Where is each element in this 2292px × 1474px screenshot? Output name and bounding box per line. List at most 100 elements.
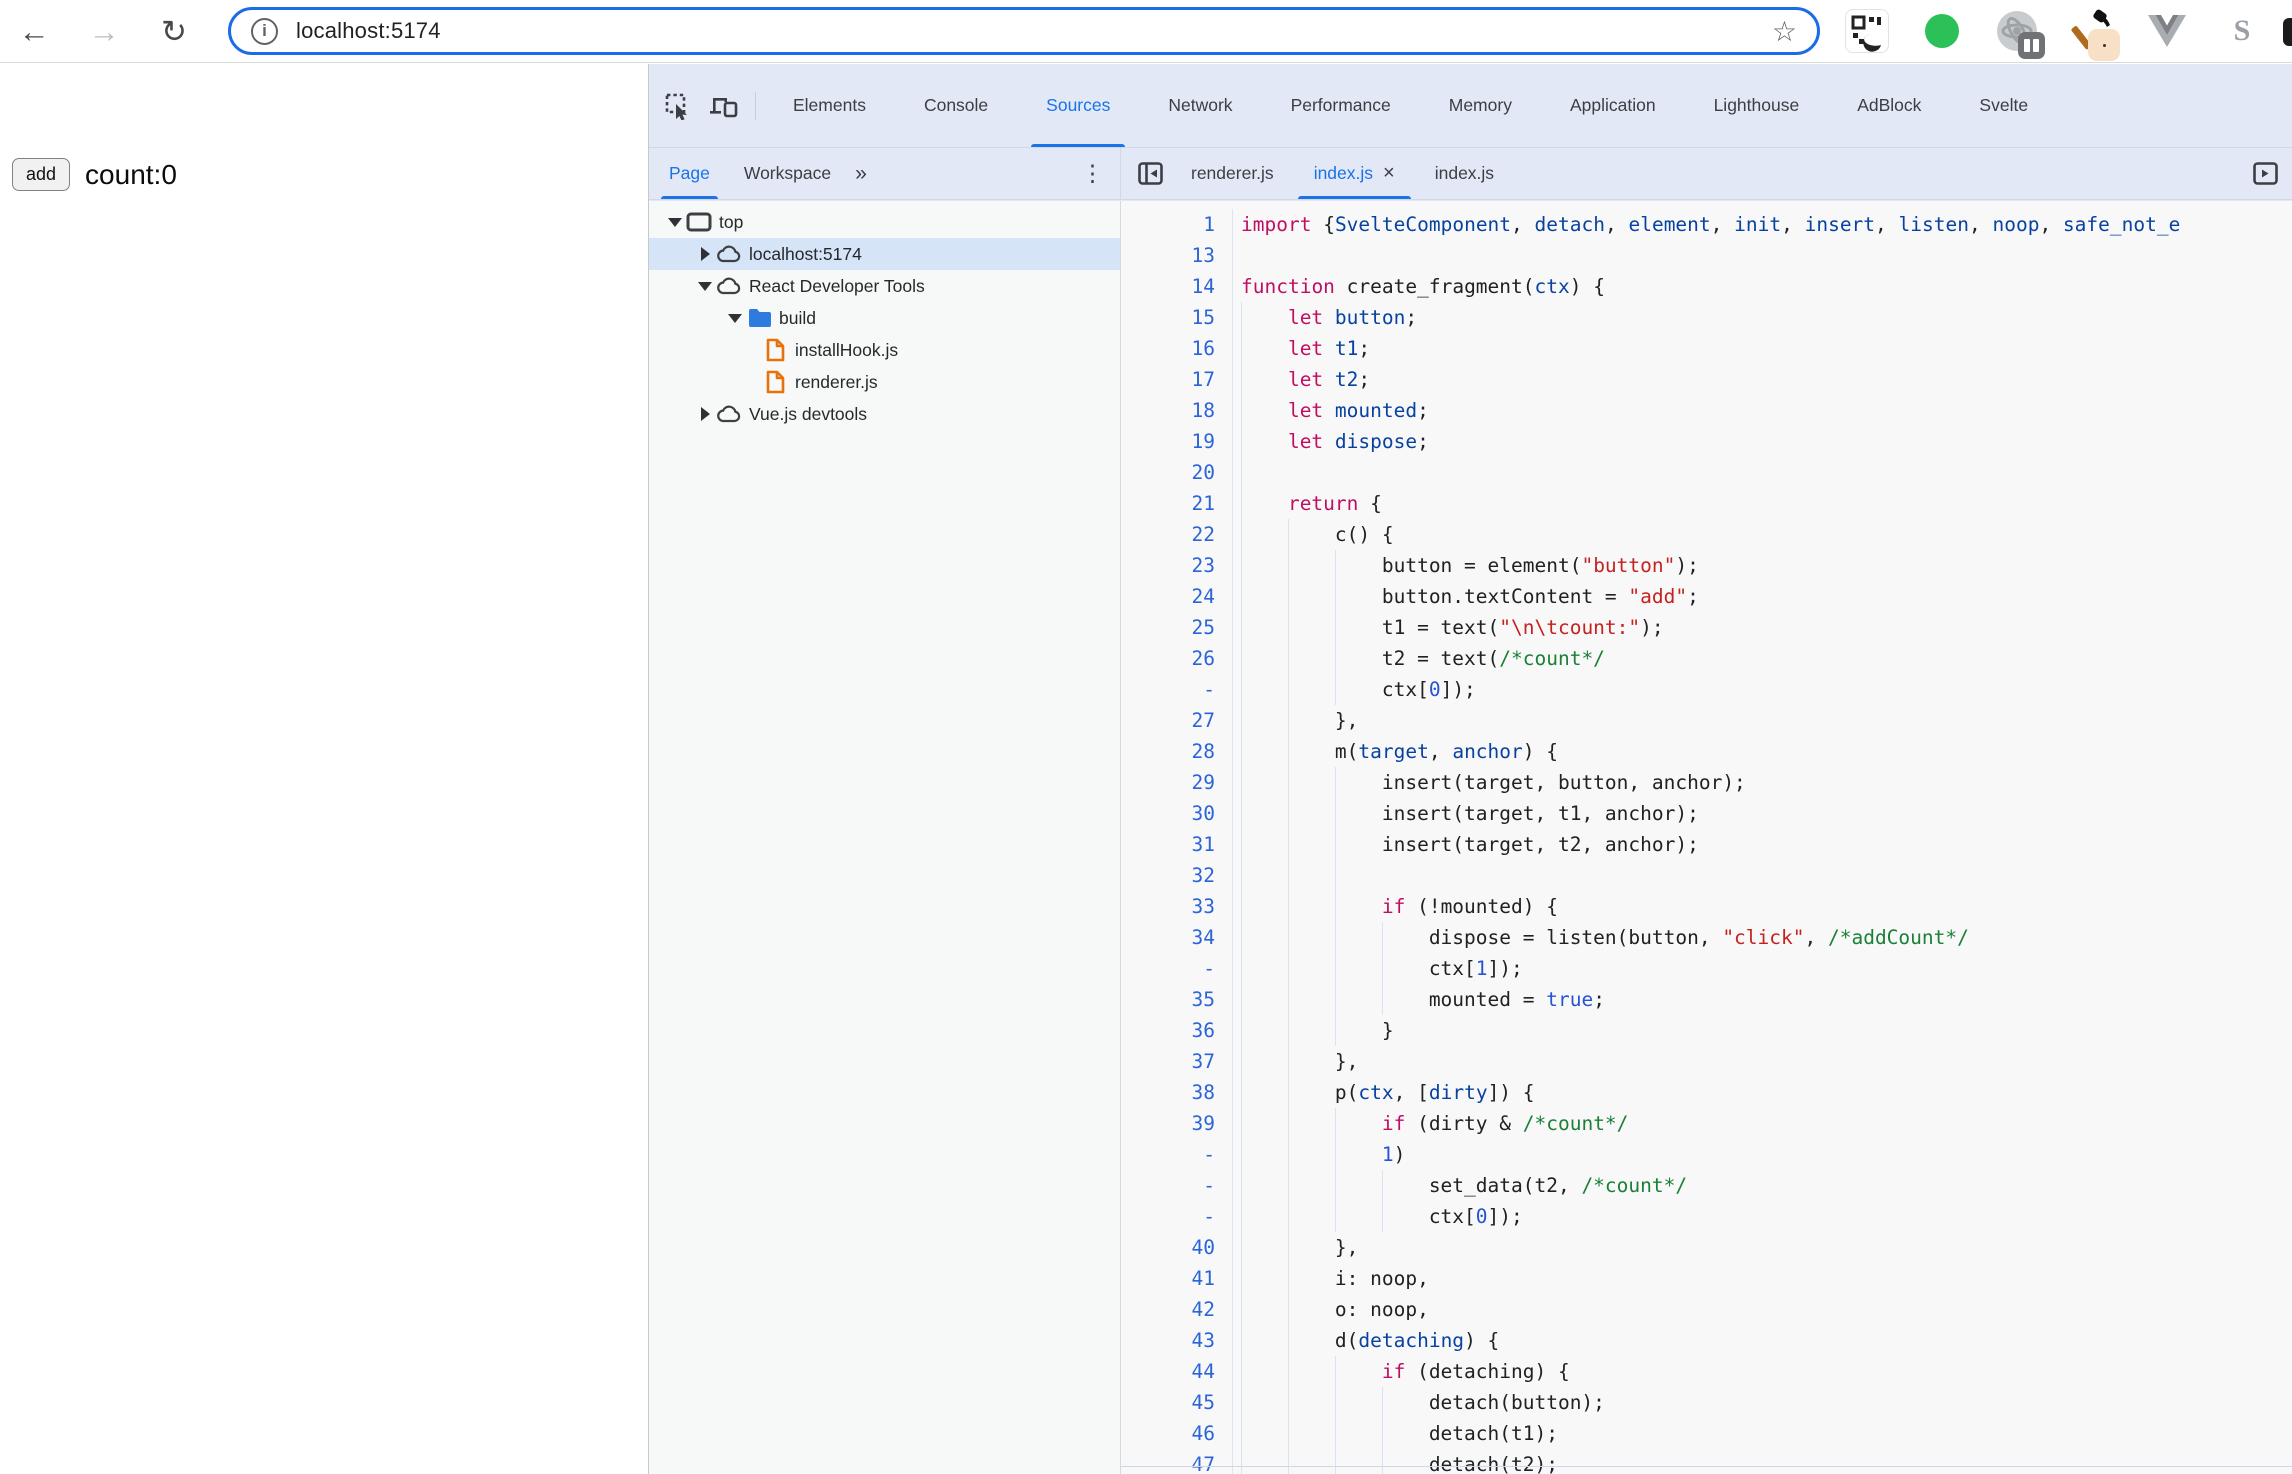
code-line-36[interactable]: 36 } <box>1121 1015 2292 1046</box>
line-number[interactable]: 14 <box>1121 271 1233 302</box>
line-number[interactable]: 13 <box>1121 240 1233 271</box>
code-line-20[interactable]: 20 <box>1121 457 2292 488</box>
line-number[interactable]: 43 <box>1121 1325 1233 1356</box>
line-number[interactable]: 41 <box>1121 1263 1233 1294</box>
code-line-25[interactable]: 25 t1 = text("\n\tcount:"); <box>1121 612 2292 643</box>
qr-extension-icon[interactable] <box>1845 9 1889 53</box>
line-number[interactable]: 25 <box>1121 612 1233 643</box>
code-line-16[interactable]: 16 let t1; <box>1121 333 2292 364</box>
line-number[interactable]: 23 <box>1121 550 1233 581</box>
code-line-17[interactable]: 17 let t2; <box>1121 364 2292 395</box>
back-icon[interactable]: ← <box>12 10 56 54</box>
tab-sources[interactable]: Sources <box>1017 64 1139 147</box>
tab-application[interactable]: Application <box>1541 64 1685 147</box>
code-line-wrap-24[interactable]: - ctx[1]); <box>1121 953 2292 984</box>
code-line-31[interactable]: 31 insert(target, t2, anchor); <box>1121 829 2292 860</box>
sidebar-tab-page[interactable]: Page <box>655 148 724 199</box>
code-line-26[interactable]: 26 t2 = text(/*count*/ <box>1121 643 2292 674</box>
code-line-37[interactable]: 37 }, <box>1121 1046 2292 1077</box>
chevron-down-icon[interactable] <box>694 282 716 291</box>
line-number[interactable]: 44 <box>1121 1356 1233 1387</box>
line-number[interactable]: 26 <box>1121 643 1233 674</box>
add-button[interactable]: add <box>12 158 70 191</box>
line-number[interactable]: 45 <box>1121 1387 1233 1418</box>
line-number[interactable]: - <box>1121 1139 1233 1170</box>
line-number[interactable]: 37 <box>1121 1046 1233 1077</box>
code-line-1[interactable]: 1import {SvelteComponent, detach, elemen… <box>1121 209 2292 240</box>
code-line-24[interactable]: 24 button.textContent = "add"; <box>1121 581 2292 612</box>
code-line-40[interactable]: 40 }, <box>1121 1232 2292 1263</box>
tab-svelte[interactable]: Svelte <box>1950 64 2057 147</box>
line-number[interactable]: 32 <box>1121 860 1233 891</box>
code-line-15[interactable]: 15 let button; <box>1121 302 2292 333</box>
line-number[interactable]: 20 <box>1121 457 1233 488</box>
reload-icon[interactable]: ↻ <box>152 10 196 54</box>
line-number[interactable]: - <box>1121 1201 1233 1232</box>
tab-memory[interactable]: Memory <box>1420 64 1541 147</box>
line-number[interactable]: - <box>1121 953 1233 984</box>
code-line-27[interactable]: 27 }, <box>1121 705 2292 736</box>
line-number[interactable]: 19 <box>1121 426 1233 457</box>
line-number[interactable]: 18 <box>1121 395 1233 426</box>
pickaxe-extension-icon[interactable] <box>2070 9 2114 53</box>
hide-navigator-icon[interactable] <box>1129 148 1171 199</box>
line-number[interactable]: 21 <box>1121 488 1233 519</box>
line-number[interactable]: 15 <box>1121 302 1233 333</box>
line-number[interactable]: 27 <box>1121 705 1233 736</box>
code-line-wrap-31[interactable]: - set_data(t2, /*count*/ <box>1121 1170 2292 1201</box>
site-info-icon[interactable]: i <box>251 18 278 45</box>
code-line-wrap-30[interactable]: - 1) <box>1121 1139 2292 1170</box>
code-line-23[interactable]: 23 button = element("button"); <box>1121 550 2292 581</box>
code-line-22[interactable]: 22 c() { <box>1121 519 2292 550</box>
react-devtools-extension-icon[interactable] <box>1995 9 2039 53</box>
code-line-41[interactable]: 41 i: noop, <box>1121 1263 2292 1294</box>
code-line-13[interactable]: 13 <box>1121 240 2292 271</box>
code-line-30[interactable]: 30 insert(target, t1, anchor); <box>1121 798 2292 829</box>
more-tabs-icon[interactable]: » <box>845 148 875 199</box>
line-number[interactable]: 47 <box>1121 1449 1233 1474</box>
tab-adblock[interactable]: AdBlock <box>1828 64 1950 147</box>
code-line-wrap-32[interactable]: - ctx[0]); <box>1121 1201 2292 1232</box>
line-number[interactable]: 35 <box>1121 984 1233 1015</box>
editor-tab-index-js-2[interactable]: index.js <box>1415 148 1514 199</box>
chevron-right-icon[interactable] <box>694 247 716 261</box>
vue-devtools-extension-icon[interactable] <box>2145 9 2189 53</box>
line-number[interactable]: 29 <box>1121 767 1233 798</box>
code-line-wrap-15[interactable]: - ctx[0]); <box>1121 674 2292 705</box>
code-line-43[interactable]: 43 d(detaching) { <box>1121 1325 2292 1356</box>
code-line-34[interactable]: 34 dispose = listen(button, "click", /*a… <box>1121 922 2292 953</box>
line-number[interactable]: 38 <box>1121 1077 1233 1108</box>
tree-item-renderer-js[interactable]: renderer.js <box>649 366 1120 398</box>
tab-elements[interactable]: Elements <box>764 64 895 147</box>
inspect-element-icon[interactable] <box>655 64 701 147</box>
line-number[interactable]: 28 <box>1121 736 1233 767</box>
code-line-35[interactable]: 35 mounted = true; <box>1121 984 2292 1015</box>
line-number[interactable]: 31 <box>1121 829 1233 860</box>
code-line-47[interactable]: 47 detach(t2); <box>1121 1449 2292 1474</box>
line-number[interactable]: 1 <box>1121 209 1233 240</box>
line-number[interactable]: - <box>1121 1170 1233 1201</box>
chevron-right-icon[interactable] <box>694 407 716 421</box>
tab-network[interactable]: Network <box>1139 64 1261 147</box>
tree-item-build[interactable]: build <box>649 302 1120 334</box>
code-line-28[interactable]: 28 m(target, anchor) { <box>1121 736 2292 767</box>
line-number[interactable]: 46 <box>1121 1418 1233 1449</box>
line-number[interactable]: 39 <box>1121 1108 1233 1139</box>
chevron-down-icon[interactable] <box>664 218 686 227</box>
clipped-extension-icon[interactable] <box>2283 18 2292 46</box>
code-line-45[interactable]: 45 detach(button); <box>1121 1387 2292 1418</box>
svelte-extension-icon[interactable]: S <box>2220 9 2264 53</box>
line-number[interactable]: 22 <box>1121 519 1233 550</box>
chevron-down-icon[interactable] <box>724 314 746 323</box>
code-line-32[interactable]: 32 <box>1121 860 2292 891</box>
tree-item-installhook-js[interactable]: installHook.js <box>649 334 1120 366</box>
line-number[interactable]: 34 <box>1121 922 1233 953</box>
code-line-21[interactable]: 21 return { <box>1121 488 2292 519</box>
tab-performance[interactable]: Performance <box>1262 64 1420 147</box>
code-line-46[interactable]: 46 detach(t1); <box>1121 1418 2292 1449</box>
line-number[interactable]: 42 <box>1121 1294 1233 1325</box>
tree-item-localhost-5174[interactable]: localhost:5174 <box>649 238 1120 270</box>
kebab-menu-icon[interactable]: ⋮ <box>1065 148 1120 199</box>
close-tab-icon[interactable]: × <box>1383 162 1395 185</box>
line-number[interactable]: 24 <box>1121 581 1233 612</box>
